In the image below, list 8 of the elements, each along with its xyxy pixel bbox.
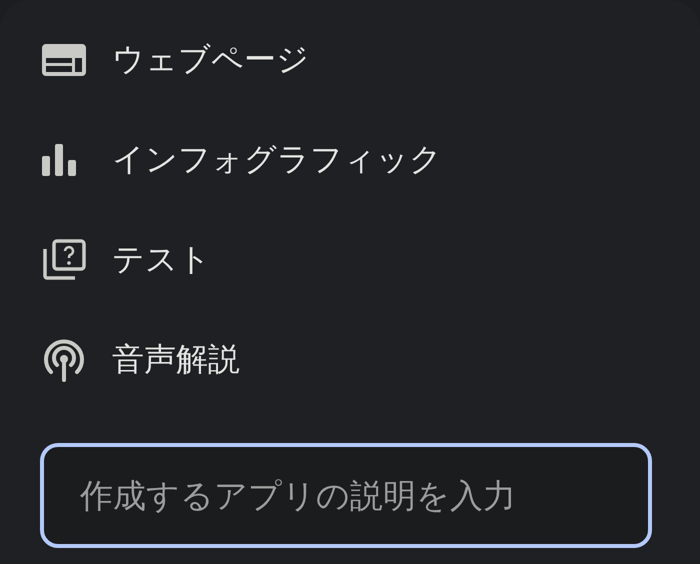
podcast-icon	[42, 338, 86, 382]
quiz-icon	[42, 239, 86, 281]
menu-item[interactable]: インフォグラフィック	[40, 110, 652, 210]
menu-item[interactable]: ウェブページ	[40, 10, 652, 110]
webpage-icon	[42, 44, 86, 76]
menu-item[interactable]: テスト	[40, 210, 652, 310]
menu-item[interactable]: 音声解説	[40, 310, 652, 410]
bar-chart-icon	[42, 144, 76, 176]
